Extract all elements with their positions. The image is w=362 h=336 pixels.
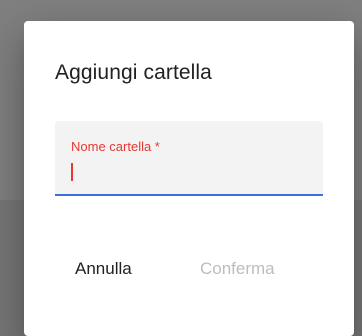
text-caret (71, 163, 73, 181)
cancel-button[interactable]: Annulla (75, 249, 132, 289)
folder-name-label: Nome cartella * (71, 139, 160, 154)
confirm-button[interactable]: Conferma (200, 249, 275, 289)
folder-name-input[interactable] (69, 158, 311, 182)
add-folder-dialog: Aggiungi cartella Nome cartella * Annull… (24, 21, 354, 336)
dialog-title: Aggiungi cartella (55, 61, 212, 84)
dialog-actions: Annulla Conferma (24, 249, 354, 289)
folder-name-field[interactable]: Nome cartella * (55, 121, 323, 196)
